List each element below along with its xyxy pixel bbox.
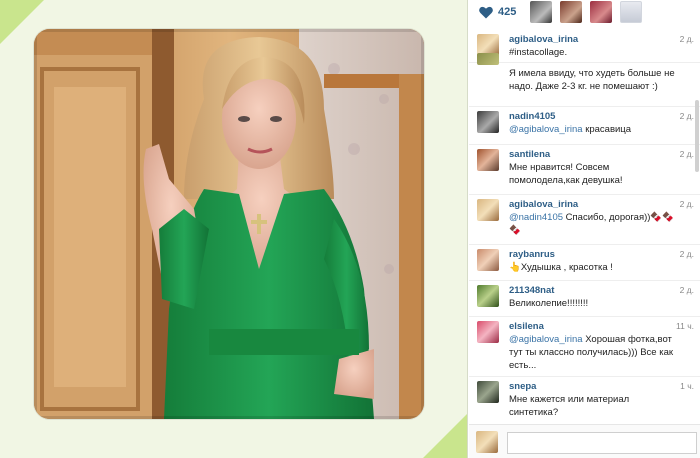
comment-time: 1 ч. [680,381,694,391]
comment-text: @agibalova_irina Хорошая фотка,вот тут т… [509,334,674,371]
list-item: snepa Мне кажется или материал синтетика… [469,376,700,418]
comment-time: 2 д. [679,149,694,159]
comment-time: 2 д. [679,285,694,295]
list-item: agibalova_irina #instacollage. 2 д. [469,34,700,62]
frame-corner [423,414,467,458]
avatar[interactable] [477,53,499,65]
comment-username[interactable]: nadin4105 [509,111,678,123]
liker-avatar[interactable] [620,1,643,23]
likes-bar: 425 [469,0,700,24]
comment-time: 2 д. [679,249,694,259]
photo-illustration [34,29,424,419]
comment-time: 11 ч. [676,321,694,331]
comment-username[interactable]: 211348nat [509,285,678,297]
comment-mention[interactable]: @nadin4105 [509,212,563,223]
comment-text: Великолепие!!!!!!!! [509,298,589,309]
list-item: elsilena @agibalova_irina Хорошая фотка,… [469,316,700,376]
comment-username[interactable]: santilena [509,149,678,161]
comment-text: 👆Худышка , красотка ! [509,262,613,273]
list-item: santilena Мне нравится! Совсем помолодел… [469,144,700,194]
liker-avatar[interactable] [560,1,583,23]
comment-text: Я имела ввиду, что худеть больше не надо… [509,68,675,92]
comment-mention[interactable]: @agibalova_irina [509,334,583,345]
avatar [476,431,498,453]
liker-avatar[interactable] [530,1,553,23]
comment-username[interactable]: elsilena [509,321,678,333]
post-photo[interactable] [34,29,424,419]
list-item: nadin4105 @agibalova_irina красавица 2 д… [469,106,700,144]
likes-count[interactable]: 425 [498,6,516,18]
comment-text: #instacollage. [509,47,568,58]
list-item: Я имела ввиду, что худеть больше не надо… [469,53,700,106]
avatar[interactable] [477,381,499,403]
comment-text: Мне кажется или материал синтетика? [509,394,630,418]
comment-text: Мне нравится! Совсем помолодела,как деву… [509,162,623,186]
photo-panel [0,0,468,458]
list-item: raybanrus 👆Худышка , красотка ! 2 д. [469,244,700,280]
comment-time: 2 д. [679,199,694,209]
comment-text: @agibalova_irina красавица [509,124,632,135]
list-item: agibalova_irina @nadin4105 Спасибо, доро… [469,194,700,244]
comments-panel: 425 agibalova_irina #instacollage. 2 д. … [469,0,700,458]
comment-time: 2 д. [679,34,694,44]
comment-username[interactable]: snepa [509,381,678,393]
liker-avatar[interactable] [590,1,613,23]
comments-list[interactable]: agibalova_irina #instacollage. 2 д. Я им… [469,34,700,418]
comment-composer [469,424,700,458]
comments-scrollbar[interactable] [695,100,699,172]
comment-username[interactable]: agibalova_irina [509,34,678,46]
comment-input[interactable] [507,432,697,454]
comment-username[interactable]: agibalova_irina [509,199,678,211]
heart-icon[interactable] [479,6,493,19]
avatar[interactable] [477,321,499,343]
comment-time: 2 д. [679,111,694,121]
comment-username[interactable]: raybanrus [509,249,678,261]
comment-mention[interactable]: @agibalova_irina [509,124,583,135]
avatar[interactable] [477,249,499,271]
list-item: 211348nat Великолепие!!!!!!!! 2 д. [469,280,700,316]
comment-text: @nadin4105 Спасибо, дорогая))🍫🍫🍫 [509,212,675,236]
avatar[interactable] [477,149,499,171]
avatar[interactable] [477,285,499,307]
avatar[interactable] [477,111,499,133]
avatar[interactable] [477,199,499,221]
